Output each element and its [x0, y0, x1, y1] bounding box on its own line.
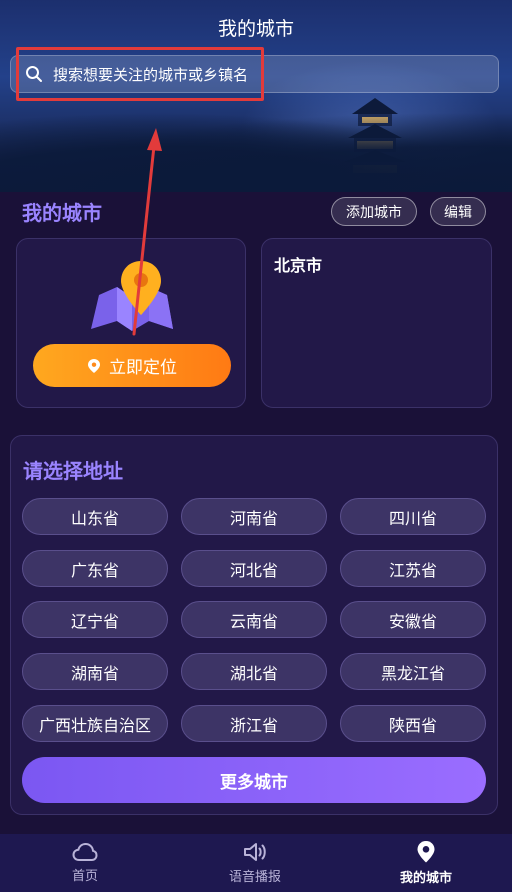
select-address-title: 请选择地址: [23, 459, 123, 483]
location-pin-icon: [88, 358, 100, 373]
province-button[interactable]: 浙江省: [181, 705, 327, 742]
province-button[interactable]: 江苏省: [340, 550, 486, 587]
page-title: 我的城市: [217, 18, 294, 40]
search-placeholder: 搜索想要关注的城市或乡镇名: [53, 65, 249, 84]
province-button[interactable]: 云南省: [181, 601, 327, 638]
province-button[interactable]: 陕西省: [340, 705, 486, 742]
add-city-button[interactable]: 添加城市: [331, 197, 417, 226]
tab-voice-label: 语音播报: [228, 870, 281, 885]
bottom-tab-bar: 首页 语音播报 我的城市: [0, 834, 512, 892]
province-button[interactable]: 广东省: [22, 550, 168, 587]
tab-my-city-label: 我的城市: [399, 871, 452, 886]
province-button[interactable]: 河北省: [181, 550, 327, 587]
tab-my-city[interactable]: 我的城市: [341, 834, 511, 892]
more-cities-button[interactable]: 更多城市: [22, 757, 486, 803]
location-pin-icon: [417, 841, 435, 863]
province-button[interactable]: 湖南省: [22, 653, 168, 690]
locate-label: 立即定位: [109, 358, 177, 378]
tab-home-label: 首页: [71, 869, 98, 884]
province-button[interactable]: 辽宁省: [22, 601, 168, 638]
tab-voice[interactable]: 语音播报: [170, 834, 340, 892]
city-name: 北京市: [274, 256, 323, 275]
hero-trees: [0, 112, 512, 192]
province-button[interactable]: 河南省: [181, 498, 327, 535]
province-button[interactable]: 安徽省: [340, 601, 486, 638]
search-icon: [26, 66, 42, 82]
province-button[interactable]: 广西壮族自治区: [22, 705, 168, 742]
cloud-icon: [72, 842, 98, 861]
province-button[interactable]: 黑龙江省: [340, 653, 486, 690]
province-button[interactable]: 四川省: [340, 498, 486, 535]
province-button[interactable]: 湖北省: [181, 653, 327, 690]
province-button[interactable]: 山东省: [22, 498, 168, 535]
speaker-icon: [244, 843, 266, 861]
edit-button[interactable]: 编辑: [430, 197, 486, 226]
my-city-title: 我的城市: [22, 201, 102, 225]
search-input[interactable]: 搜索想要关注的城市或乡镇名: [10, 55, 499, 93]
tab-home[interactable]: 首页: [0, 834, 170, 892]
locate-button[interactable]: 立即定位: [33, 344, 231, 387]
map-pin-icon: [91, 261, 173, 331]
